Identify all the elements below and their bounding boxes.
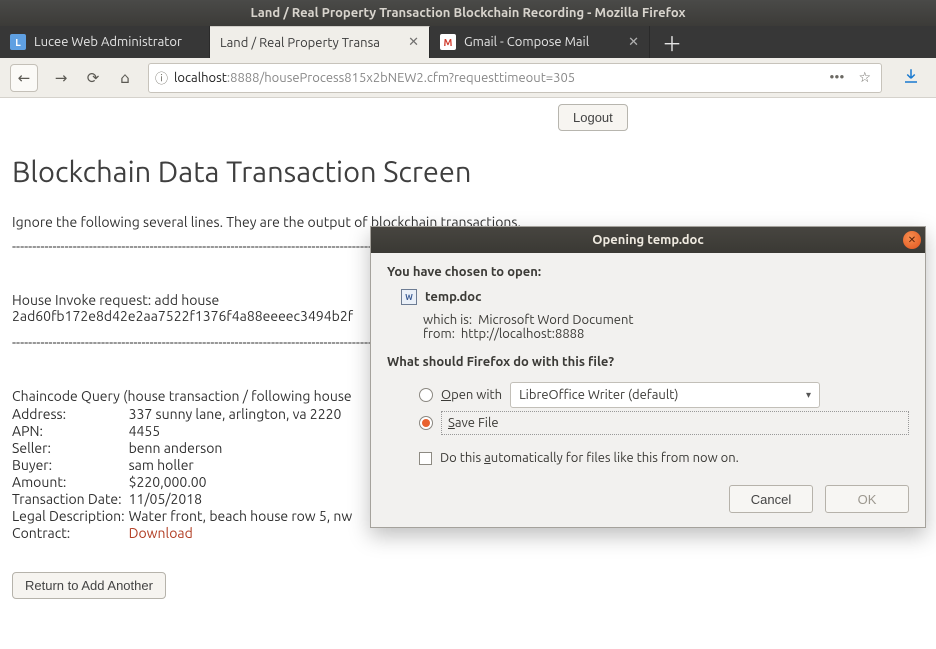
dialog-titlebar: Opening temp.doc ✕ [371,227,925,253]
open-with-option[interactable]: Open with LibreOffice Writer (default) ▾ [419,381,909,409]
ok-button[interactable]: OK [825,485,909,513]
open-with-label: Open with [441,388,502,402]
doc-file-icon: W [401,289,417,305]
open-file-dialog: Opening temp.doc ✕ You have chosen to op… [370,226,926,528]
table-row: APN:4455 [12,423,358,440]
tab-label: Lucee Web Administrator [34,35,199,49]
url-text: localhost:8888/houseProcess815x2bNEW2.cf… [174,71,823,85]
row-key: Legal Description: [12,508,129,525]
return-button[interactable]: Return to Add Another [12,572,166,599]
row-val: 337 sunny lane, arlington, va 2220 [129,406,359,423]
cancel-button[interactable]: Cancel [729,485,813,513]
close-icon[interactable]: ✕ [903,231,921,249]
back-button[interactable]: ← [10,64,38,92]
downloads-button[interactable] [896,67,926,89]
properties-table: Address:337 sunny lane, arlington, va 22… [12,406,358,542]
chevron-down-icon: ▾ [806,389,811,401]
dialog-which-is: which is: Microsoft Word Document [423,313,909,327]
reload-button[interactable]: ⟳ [84,69,102,87]
row-val: Water front, beach house row 5, nw [129,508,359,525]
save-file-option[interactable]: Save File [419,409,909,437]
close-icon[interactable]: ✕ [408,35,419,50]
tab-strip: L Lucee Web Administrator Land / Real Pr… [0,26,936,58]
reload-icon: ⟳ [87,69,100,87]
close-icon[interactable]: ✕ [628,35,639,50]
table-row: Legal Description:Water front, beach hou… [12,508,358,525]
info-icon[interactable]: ⓘ [155,68,168,87]
tab-favicon-lucee: L [10,34,26,50]
dialog-from: from: http://localhost:8888 [423,327,909,341]
download-link[interactable]: Download [129,525,193,541]
arrow-right-icon: → [55,69,68,87]
row-key: APN: [12,423,129,440]
row-val: benn anderson [129,440,359,457]
auto-checkbox-row[interactable]: Do this automatically for files like thi… [419,451,909,465]
row-val: sam holler [129,457,359,474]
select-value: LibreOffice Writer (default) [519,388,678,402]
row-key: Amount: [12,474,129,491]
table-row: Contract:Download [12,525,358,542]
tab-label: Gmail - Compose Mail [464,35,620,49]
nav-toolbar: ← → ⟳ ⌂ ⓘ localhost:8888/houseProcess815… [0,58,936,98]
row-key: Buyer: [12,457,129,474]
open-with-select[interactable]: LibreOffice Writer (default) ▾ [510,382,820,408]
home-button[interactable]: ⌂ [116,69,134,87]
row-val: $220,000.00 [129,474,359,491]
save-file-label-box: Save File [441,411,909,435]
logout-button[interactable]: Logout [558,104,628,131]
window-title: Land / Real Property Transaction Blockch… [0,0,936,26]
row-key: Address: [12,406,129,423]
tab-land[interactable]: Land / Real Property Transa ✕ [210,26,430,58]
new-tab-button[interactable]: ＋ [650,26,694,58]
radio-save-file[interactable] [419,416,433,430]
tab-lucee[interactable]: L Lucee Web Administrator [0,26,210,58]
dialog-question: What should Firefox do with this file? [387,355,909,369]
dialog-file-row: W temp.doc [401,289,909,305]
row-key: Seller: [12,440,129,457]
row-val: 4455 [129,423,359,440]
tab-favicon-gmail: M [440,34,456,50]
table-row: Address:337 sunny lane, arlington, va 22… [12,406,358,423]
radio-open-with[interactable] [419,388,433,402]
row-key: Transaction Date: [12,491,129,508]
table-row: Transaction Date:11/05/2018 [12,491,358,508]
forward-button: → [52,69,70,87]
table-row: Amount:$220,000.00 [12,474,358,491]
download-arrow-icon [902,67,920,85]
page-title: Blockchain Data Transaction Screen [12,156,924,188]
row-key: Contract: [12,525,129,542]
dialog-filename: temp.doc [425,290,481,304]
bookmark-icon[interactable]: ☆ [858,69,871,86]
row-val: 11/05/2018 [129,491,359,508]
auto-checkbox[interactable] [419,452,432,465]
dialog-intro: You have chosen to open: [387,265,909,279]
table-row: Buyer:sam holler [12,457,358,474]
tab-label: Land / Real Property Transa [220,36,400,50]
table-row: Seller:benn anderson [12,440,358,457]
home-icon: ⌂ [120,69,130,87]
url-bar[interactable]: ⓘ localhost:8888/houseProcess815x2bNEW2.… [148,63,882,93]
arrow-left-icon: ← [18,69,31,87]
auto-label: Do this automatically for files like thi… [440,451,739,465]
page-actions-icon[interactable]: ••• [829,69,844,86]
tab-gmail[interactable]: M Gmail - Compose Mail ✕ [430,26,650,58]
